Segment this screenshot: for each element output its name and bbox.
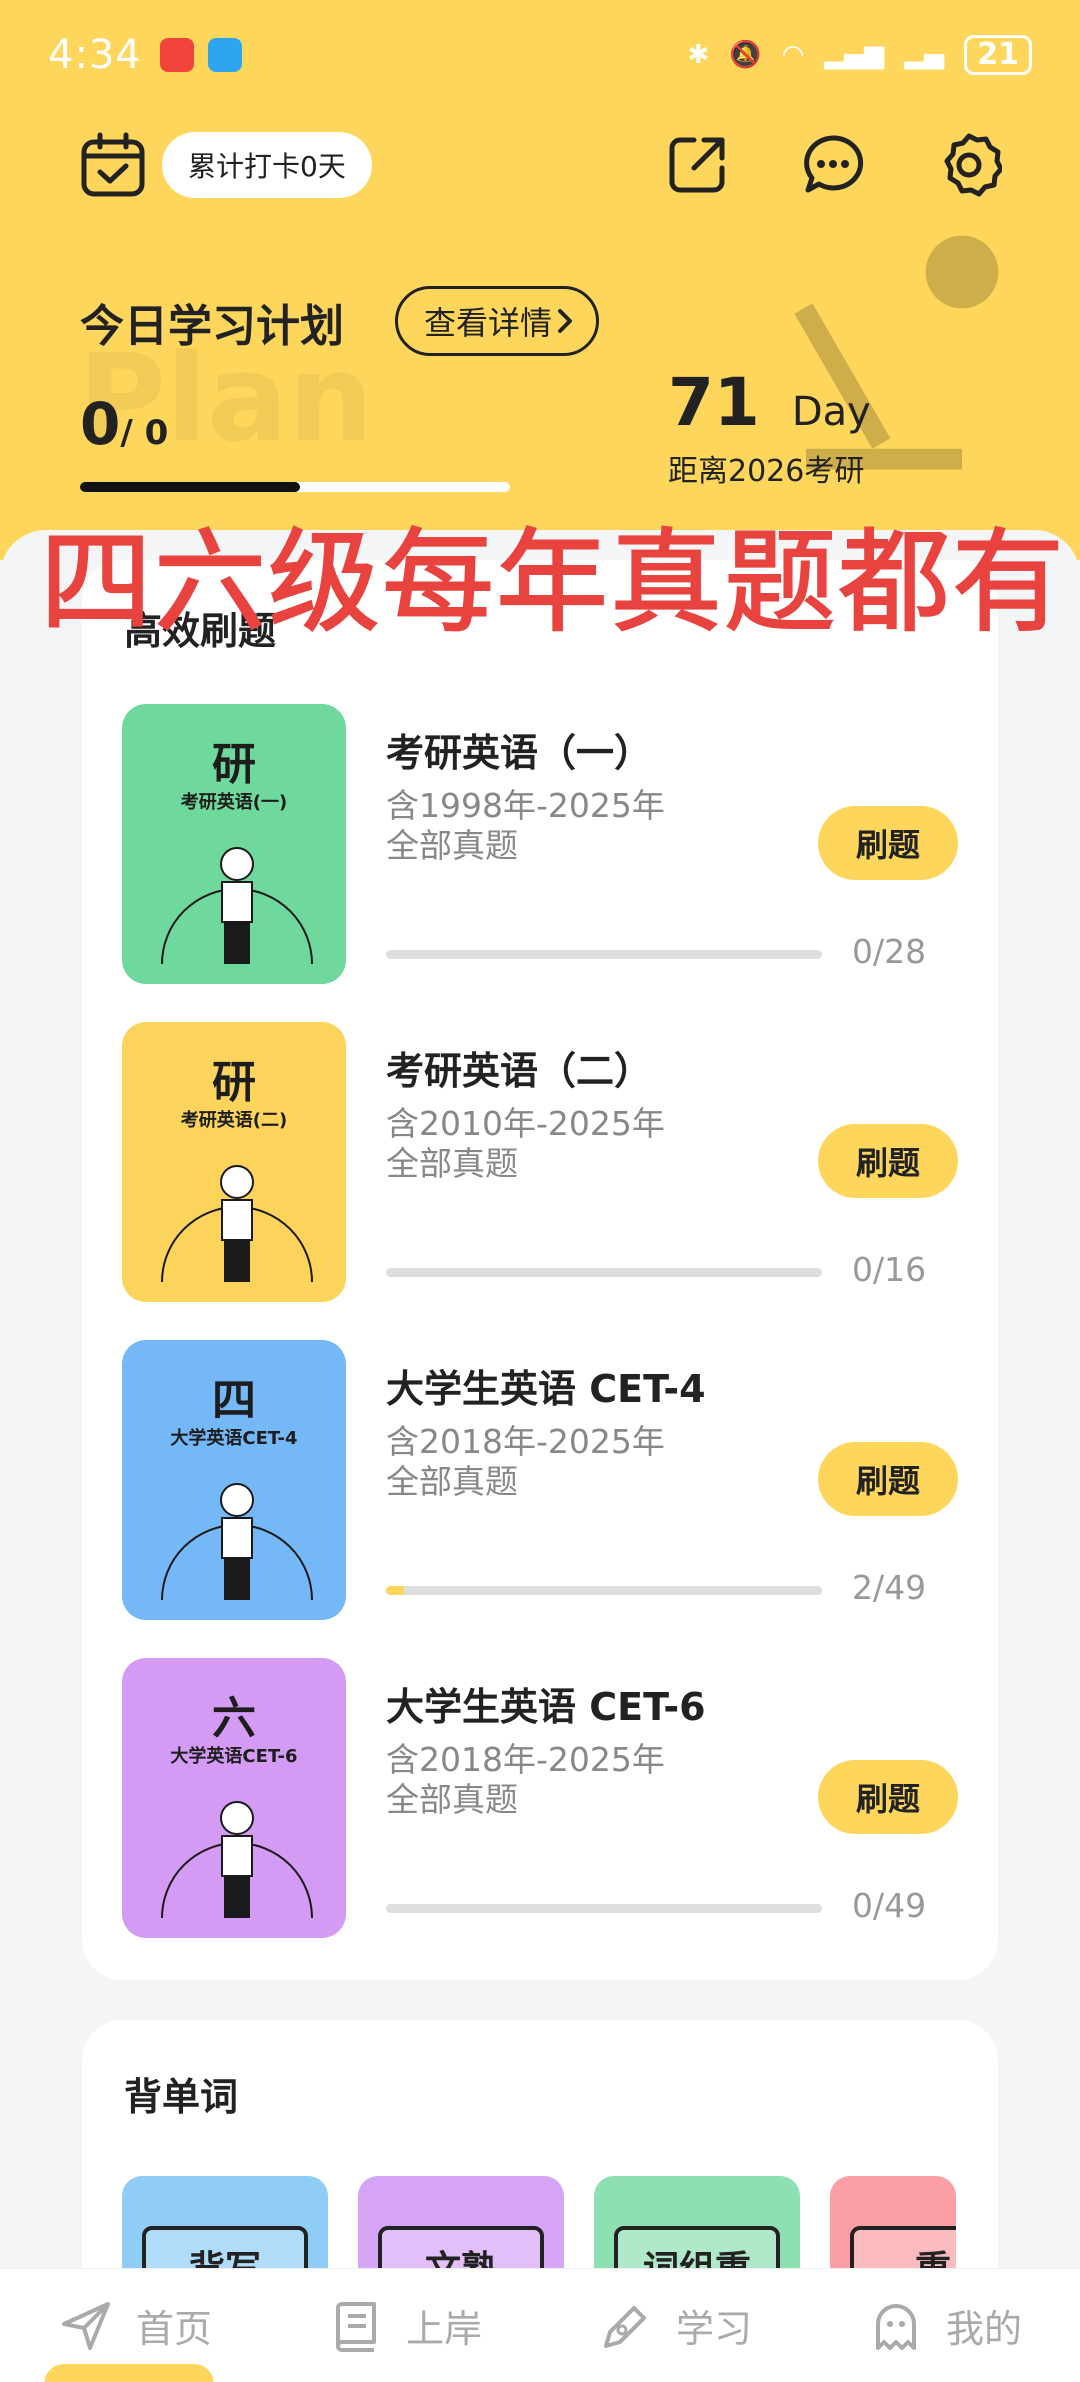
wifi-icon: ◠ (781, 40, 805, 70)
practice-thumbnail[interactable]: 六 大学英语CET-6 (122, 1658, 346, 1938)
practice-item-range: 含2018年-2025年 (386, 1740, 665, 1779)
mute-icon: 🔕 (729, 40, 762, 70)
illustration-icon (161, 847, 313, 965)
chat-icon[interactable] (800, 132, 866, 198)
practice-item-scope: 全部真题 (386, 826, 518, 865)
status-time: 4:34 (48, 32, 142, 78)
plan-detail-button[interactable]: 查看详情 (395, 286, 600, 356)
thumb-big-char: 研 (212, 1057, 256, 1108)
practice-progress-text: 0/49 (852, 1886, 927, 1925)
send-icon (61, 2301, 110, 2350)
status-bar: 4:34 ✱ 🔕 ◠ ▂▄▆ ▂▄ 21 (0, 0, 1080, 110)
practice-item-title: 大学生英语 CET-6 (386, 1685, 706, 1729)
thumb-small-label: 考研英语(一) (180, 792, 288, 813)
practice-progress-fill (386, 1586, 404, 1595)
signal-icon: ▂▄▆ (824, 40, 885, 70)
nav-label-home: 首页 (135, 2307, 212, 2351)
plan-total: / 0 (120, 413, 169, 453)
nav-item-shore[interactable]: 上岸 (328, 2298, 482, 2354)
practice-progress-text: 2/49 (852, 1568, 927, 1607)
practice-item-subtitle: 含1998年-2025年 全部真题 (386, 786, 665, 866)
practice-button[interactable]: 刷题 (818, 1760, 958, 1834)
practice-progress-bar (386, 1586, 822, 1595)
practice-progress-bar (386, 1904, 822, 1913)
practice-item-scope: 全部真题 (386, 1144, 518, 1183)
vocab-section-title: 背单词 (124, 2066, 239, 2129)
signal2-icon: ▂▄ (904, 40, 945, 70)
practice-list-item[interactable]: 研 考研英语(二) 考研英语（二） 含2010年-2025年 全部真题 刷题 0… (122, 1022, 1002, 1302)
practice-button[interactable]: 刷题 (818, 1442, 958, 1516)
nav-item-study[interactable]: 学习 (598, 2298, 752, 2354)
nav-label-study: 学习 (675, 2307, 752, 2351)
notification-app-icon (159, 38, 194, 72)
practice-item-subtitle: 含2018年-2025年 全部真题 (386, 1422, 665, 1502)
book-icon (335, 2301, 376, 2352)
practice-thumbnail[interactable]: 研 考研英语(二) (122, 1022, 346, 1302)
practice-button[interactable]: 刷题 (818, 1124, 958, 1198)
practice-button[interactable]: 刷题 (818, 806, 958, 880)
status-right: ✱ 🔕 ◠ ▂▄▆ ▂▄ 21 (687, 35, 1032, 75)
plan-title: 今日学习计划 (80, 301, 344, 352)
illustration-icon (161, 1483, 313, 1601)
thumb-small-label: 大学英语CET-6 (170, 1746, 298, 1767)
home-indicator (44, 2364, 214, 2382)
practice-item-title: 考研英语（二） (386, 1049, 653, 1093)
practice-list-item[interactable]: 研 考研英语(一) 考研英语（一） 含1998年-2025年 全部真题 刷题 0… (122, 704, 1002, 984)
plan-done: 0 (80, 390, 121, 458)
vocab-title-text: 背单词 (124, 2075, 239, 2119)
plan-progress-count: 0/ 0 (80, 390, 168, 458)
pen-icon (603, 2305, 646, 2348)
ghost-icon (875, 2303, 916, 2350)
plan-progress-bar (80, 482, 510, 492)
thumb-big-char: 四 (212, 1375, 256, 1426)
settings-gear-icon[interactable] (936, 132, 1002, 198)
practice-item-scope: 全部真题 (386, 1780, 518, 1819)
practice-list-item[interactable]: 四 大学英语CET-4 大学生英语 CET-4 含2018年-2025年 全部真… (122, 1340, 1002, 1620)
battery-icon: 21 (964, 35, 1032, 75)
nav-label-shore: 上岸 (405, 2307, 482, 2351)
illustration-icon (161, 1801, 313, 1919)
thumb-big-char: 六 (212, 1693, 256, 1744)
thumb-small-label: 考研英语(二) (180, 1110, 288, 1131)
message-app-icon (207, 38, 242, 72)
plan-progress-fill (80, 482, 300, 492)
nav-label-mine: 我的 (945, 2307, 1022, 2351)
days-number: 71 (668, 364, 760, 441)
practice-thumbnail[interactable]: 研 考研英语(一) (122, 704, 346, 984)
practice-item-range: 含2018年-2025年 (386, 1422, 665, 1461)
chevron-right-icon (558, 309, 573, 333)
practice-progress-text: 0/16 (852, 1250, 927, 1289)
calendar-check-icon[interactable] (78, 130, 148, 200)
promo-banner-text: 四六级每年真题都有 (39, 517, 1066, 649)
practice-item-title: 大学生英语 CET-4 (386, 1367, 706, 1411)
checkin-count-badge[interactable]: 累计打卡0天 (162, 132, 372, 198)
illustration-icon (161, 1165, 313, 1283)
practice-item-subtitle: 含2018年-2025年 全部真题 (386, 1740, 665, 1820)
header-actions (664, 132, 1002, 198)
thumb-big-char: 研 (212, 739, 256, 790)
practice-item-range: 含2010年-2025年 (386, 1104, 665, 1143)
status-app-icons (159, 38, 242, 72)
practice-item-scope: 全部真题 (386, 1462, 518, 1501)
practice-thumbnail[interactable]: 四 大学英语CET-4 (122, 1340, 346, 1620)
days-unit: Day (791, 389, 871, 435)
practice-progress-text: 0/28 (852, 932, 927, 971)
bluetooth-icon: ✱ (687, 40, 710, 70)
plan-detail-label: 查看详情 (424, 304, 553, 342)
countdown-days: 71 Day (668, 364, 871, 441)
practice-progress-bar (386, 950, 822, 959)
countdown-caption: 距离2026考研 (668, 454, 865, 489)
practice-progress-bar (386, 1268, 822, 1277)
practice-item-range: 含1998年-2025年 (386, 786, 665, 825)
nav-item-home[interactable]: 首页 (58, 2298, 212, 2354)
share-icon[interactable] (664, 132, 730, 198)
nav-item-mine[interactable]: 我的 (868, 2298, 1022, 2354)
top-header: 累计打卡0天 (78, 110, 1040, 220)
practice-item-subtitle: 含2010年-2025年 全部真题 (386, 1104, 665, 1184)
practice-list-item[interactable]: 六 大学英语CET-6 大学生英语 CET-6 含2018年-2025年 全部真… (122, 1658, 1002, 1938)
lamp-decoration (794, 235, 999, 470)
thumb-small-label: 大学英语CET-4 (170, 1428, 298, 1449)
practice-item-title: 考研英语（一） (386, 731, 653, 775)
